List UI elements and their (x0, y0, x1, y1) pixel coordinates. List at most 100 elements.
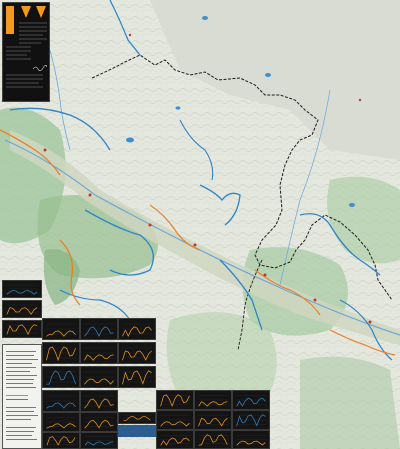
elevation-profile-panel (232, 390, 270, 410)
lake-b (265, 73, 271, 77)
elevation-profile-line (123, 415, 151, 421)
elevation-profile-line (46, 346, 76, 362)
forest-patch-far-southeast (300, 356, 400, 449)
info-line (6, 351, 36, 352)
info-panel (2, 344, 42, 449)
info-line (6, 439, 37, 440)
elevation-profile-icon (236, 395, 267, 407)
info-line (6, 435, 32, 436)
elevation-profile-icon (160, 394, 191, 407)
elevation-profile-icon (236, 414, 267, 427)
elevation-profile-panel (194, 410, 232, 430)
elevation-profile-icon (84, 417, 115, 429)
elevation-profile-panel (118, 366, 156, 388)
elevation-profile-line (198, 401, 228, 407)
map-legend (2, 2, 50, 102)
elevation-profile-icon (122, 370, 153, 385)
elevation-profile-panel (232, 430, 270, 449)
elevation-profile-line (160, 421, 190, 427)
town-marker (43, 148, 47, 152)
info-line (6, 427, 36, 428)
trail-map-sheet (0, 0, 400, 449)
info-line (6, 371, 30, 372)
elevation-profile-icon (198, 434, 229, 446)
elevation-profile-icon (84, 395, 115, 409)
elevation-profile-panel (80, 412, 118, 432)
elevation-profile-icon (46, 417, 77, 429)
elevation-profile-line (46, 423, 76, 429)
town-marker (148, 223, 152, 227)
elevation-profile-icon (6, 304, 38, 315)
town-marker (88, 193, 92, 197)
elevation-profile-line (122, 370, 152, 385)
elevation-profile-icon (122, 347, 153, 361)
elevation-profile-panel (2, 280, 42, 298)
info-line (6, 387, 36, 388)
town-marker (368, 320, 372, 324)
info-line (6, 355, 34, 356)
elevation-profile-line (46, 402, 76, 409)
brand-logo (118, 425, 156, 437)
elevation-profile-icon (84, 371, 115, 385)
elevation-profile-panel (42, 366, 80, 388)
elevation-profile-icon (46, 395, 77, 409)
town-marker (358, 98, 362, 102)
lake-e (175, 106, 181, 110)
elevation-profile-panel (2, 320, 42, 338)
elevation-profile-icon (236, 435, 267, 446)
elevation-profile-line (6, 290, 38, 295)
elevation-profile-panel (80, 342, 118, 364)
elevation-profile-line (46, 370, 76, 385)
elevation-profile-icon (84, 347, 115, 361)
info-line (6, 359, 38, 360)
elevation-profile-icon (6, 284, 38, 295)
elevation-profile-icon (46, 346, 77, 362)
elevation-profile-line (236, 397, 266, 407)
elevation-profile-icon (46, 436, 76, 446)
info-line (6, 411, 34, 412)
info-line (6, 379, 34, 380)
elevation-profile-line (198, 417, 228, 427)
elevation-profile-panel (194, 430, 232, 449)
info-line (6, 415, 38, 416)
elevation-profile-panel (156, 390, 194, 410)
elevation-profile-panel (42, 432, 80, 449)
town-marker (128, 33, 132, 37)
elevation-profile-panel (42, 412, 80, 432)
lake-c (349, 203, 355, 207)
elevation-profile-icon (123, 415, 152, 421)
elevation-profile-panel (80, 390, 118, 412)
town-marker (193, 243, 197, 247)
elevation-profile-line (84, 398, 114, 409)
info-line (6, 419, 31, 420)
info-line (6, 367, 36, 368)
elevation-profile-panel (118, 318, 156, 340)
town-marker (313, 298, 317, 302)
info-line (6, 395, 28, 396)
elevation-profile-line (160, 437, 190, 446)
elevation-profile-line (46, 330, 76, 337)
elevation-profile-panel (194, 390, 232, 410)
info-line (6, 407, 36, 408)
legend-lines (6, 22, 47, 88)
elevation-profile-line (46, 436, 76, 446)
elevation-profile-line (84, 326, 114, 337)
elevation-profile-panel (156, 410, 194, 430)
elevation-profile-line (236, 440, 266, 446)
elevation-profile-panel (42, 390, 80, 412)
elevation-profile-panel (80, 366, 118, 388)
elevation-profile-icon (122, 323, 153, 337)
elevation-profile-icon (198, 395, 229, 407)
elevation-profile-panel (80, 432, 118, 449)
elevation-profile-line (84, 419, 114, 429)
elevation-profile-line (6, 307, 38, 315)
elevation-profile-panel (42, 318, 80, 340)
elevation-profile-panel (232, 410, 270, 430)
town-marker (263, 273, 267, 277)
elevation-profile-icon (84, 436, 114, 446)
info-line (6, 363, 32, 364)
elevation-profile-panel (156, 430, 194, 449)
elevation-profile-icon (46, 323, 77, 337)
elevation-profile-line (84, 378, 114, 385)
elevation-profile-icon (160, 435, 191, 446)
